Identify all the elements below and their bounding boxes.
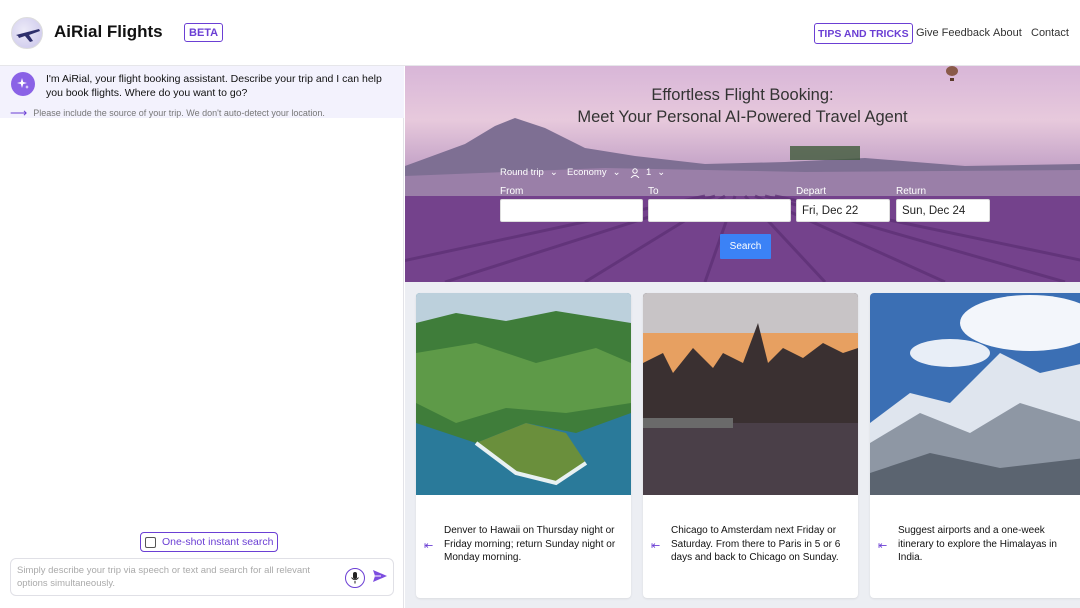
search-button[interactable]: Search — [720, 234, 771, 259]
airplane-logo-icon[interactable] — [11, 17, 43, 49]
himalayas-mountain-image — [870, 293, 1080, 495]
return-date-input[interactable]: Sun, Dec 24 — [896, 199, 990, 222]
contact-link[interactable]: Contact — [1031, 27, 1069, 39]
from-input[interactable] — [500, 199, 643, 222]
example-card-hawaii[interactable]: ⇤ Denver to Hawaii on Thursday night or … — [416, 293, 631, 598]
cabin-class-select[interactable]: Economy ⌄ — [567, 167, 621, 178]
send-icon[interactable] — [372, 568, 388, 584]
chat-input-box — [10, 558, 394, 596]
chevron-down-icon: ⌄ — [657, 167, 666, 178]
beta-badge: BETA — [184, 23, 224, 42]
return-label: Return — [896, 186, 927, 197]
insert-arrow-icon: ⇤ — [878, 540, 888, 552]
insert-arrow-icon: ⇤ — [651, 540, 661, 552]
location-hint-text: Please include the source of your trip. … — [33, 108, 325, 118]
microphone-icon[interactable] — [345, 568, 365, 588]
about-link[interactable]: About — [993, 27, 1022, 39]
location-hint: ⟶ Please include the source of your trip… — [10, 106, 325, 120]
tips-and-tricks-button[interactable]: TIPS AND TRICKS — [814, 23, 913, 44]
brand-name[interactable]: AiRial Flights — [54, 22, 163, 42]
assistant-message-text: I'm AiRial, your flight booking assistan… — [46, 73, 382, 99]
trip-type-value: Round trip — [500, 167, 544, 178]
hero-title: Effortless Flight Booking: Meet Your Per… — [405, 84, 1080, 128]
depart-date-input[interactable]: Fri, Dec 22 — [796, 199, 890, 222]
chevron-down-icon: ⌄ — [549, 167, 558, 178]
example-card-himalayas[interactable]: ⇤ Suggest airports and a one-week itiner… — [870, 293, 1080, 598]
chat-panel: I'm AiRial, your flight booking assistan… — [0, 66, 404, 608]
example-card-text: Chicago to Amsterdam next Friday or Satu… — [671, 525, 841, 563]
hero-title-line2: Meet Your Personal AI-Powered Travel Age… — [577, 108, 908, 126]
passenger-count-value: 1 — [646, 167, 652, 178]
passenger-count-select[interactable]: 1 ⌄ — [630, 167, 665, 178]
example-card-amsterdam[interactable]: ⇤ Chicago to Amsterdam next Friday or Sa… — [643, 293, 858, 598]
example-cards: ⇤ Denver to Hawaii on Thursday night or … — [405, 282, 1080, 608]
one-shot-label: One-shot instant search — [162, 536, 274, 548]
one-shot-search-toggle[interactable]: One-shot instant search — [140, 532, 279, 552]
top-header: AiRial Flights BETA TIPS AND TRICKS Give… — [0, 0, 1080, 66]
hero-banner: Effortless Flight Booking: Meet Your Per… — [405, 66, 1080, 282]
amsterdam-canal-image — [643, 293, 858, 495]
trip-type-select[interactable]: Round trip ⌄ — [500, 167, 558, 178]
person-icon — [630, 167, 640, 178]
depart-label: Depart — [796, 186, 827, 197]
hawaii-coast-image — [416, 293, 631, 495]
hero-title-line1: Effortless Flight Booking: — [651, 86, 834, 104]
chevron-down-icon: ⌄ — [612, 167, 621, 178]
assistant-message: I'm AiRial, your flight booking assistan… — [0, 66, 404, 120]
insert-arrow-icon: ⇤ — [424, 540, 434, 552]
cabin-class-value: Economy — [567, 167, 607, 178]
from-label: From — [500, 186, 524, 197]
hot-air-balloon-icon — [946, 66, 958, 81]
to-label: To — [648, 186, 659, 197]
to-input[interactable] — [648, 199, 791, 222]
example-card-text: Suggest airports and a one-week itinerar… — [898, 525, 1057, 563]
arrow-right-icon: ⟶ — [10, 106, 28, 120]
one-shot-checkbox[interactable] — [145, 536, 156, 548]
sparkle-icon — [11, 72, 35, 96]
trip-description-input[interactable] — [17, 564, 337, 592]
example-card-text: Denver to Hawaii on Thursday night or Fr… — [444, 525, 616, 563]
give-feedback-link[interactable]: Give Feedback — [916, 27, 990, 39]
